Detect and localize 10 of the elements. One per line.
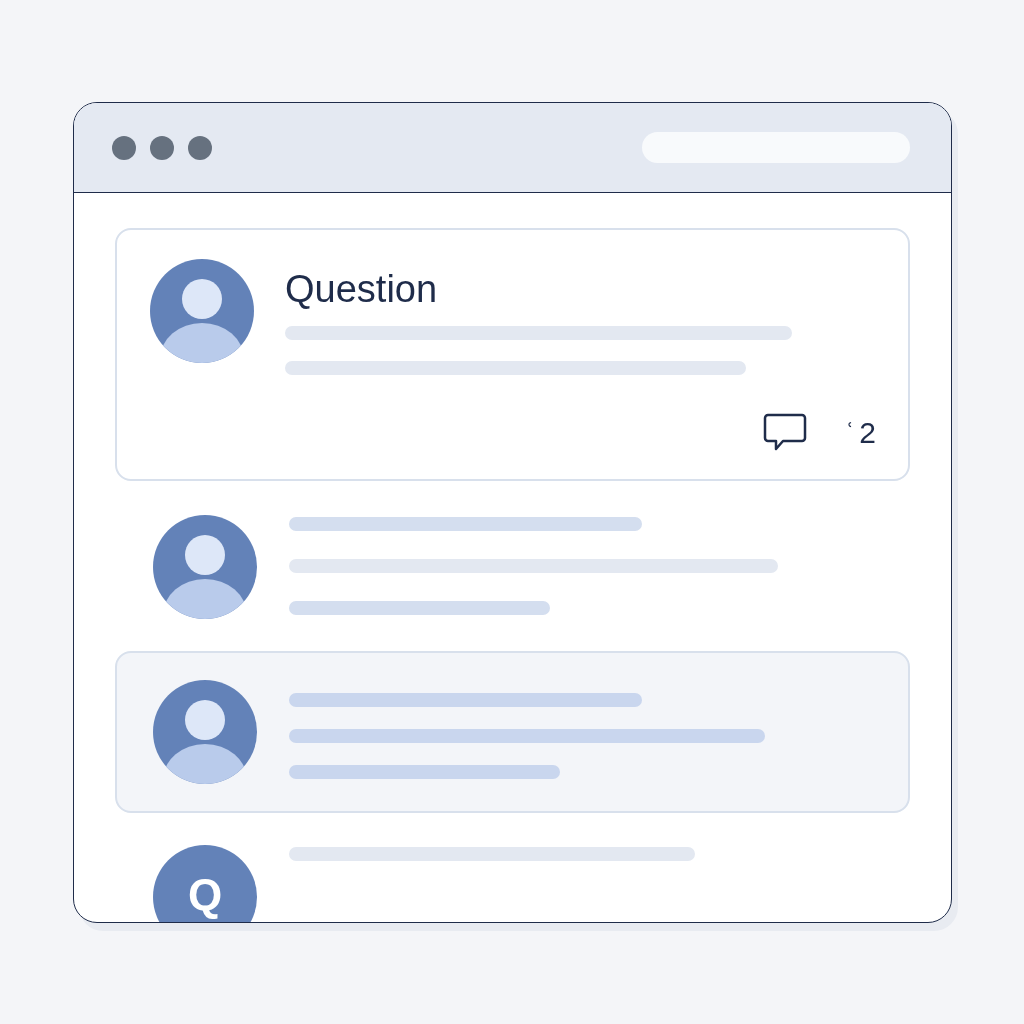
window-control-icon[interactable] — [150, 135, 174, 160]
comment-mark: ʿ — [847, 420, 854, 440]
window-control-icon[interactable] — [112, 135, 136, 160]
window-control-icon[interactable] — [188, 135, 212, 160]
question-title: Question — [285, 270, 439, 308]
answer-row[interactable] — [115, 651, 910, 813]
avatar: Q — [153, 845, 257, 922]
answer-row[interactable]: Q — [115, 831, 910, 922]
comment-icon[interactable] — [763, 413, 808, 453]
comment-count: 2 — [859, 418, 876, 448]
